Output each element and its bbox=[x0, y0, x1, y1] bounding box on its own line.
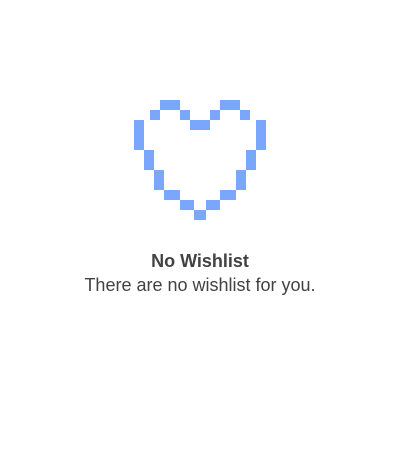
empty-wishlist-state: No Wishlist There are no wishlist for yo… bbox=[0, 0, 400, 474]
heart-outline-icon bbox=[134, 100, 266, 220]
empty-state-message: There are no wishlist for you. bbox=[84, 275, 316, 295]
empty-state-title: No Wishlist bbox=[151, 251, 249, 271]
wishlist-screen: No Wishlist There are no wishlist for yo… bbox=[0, 0, 400, 474]
